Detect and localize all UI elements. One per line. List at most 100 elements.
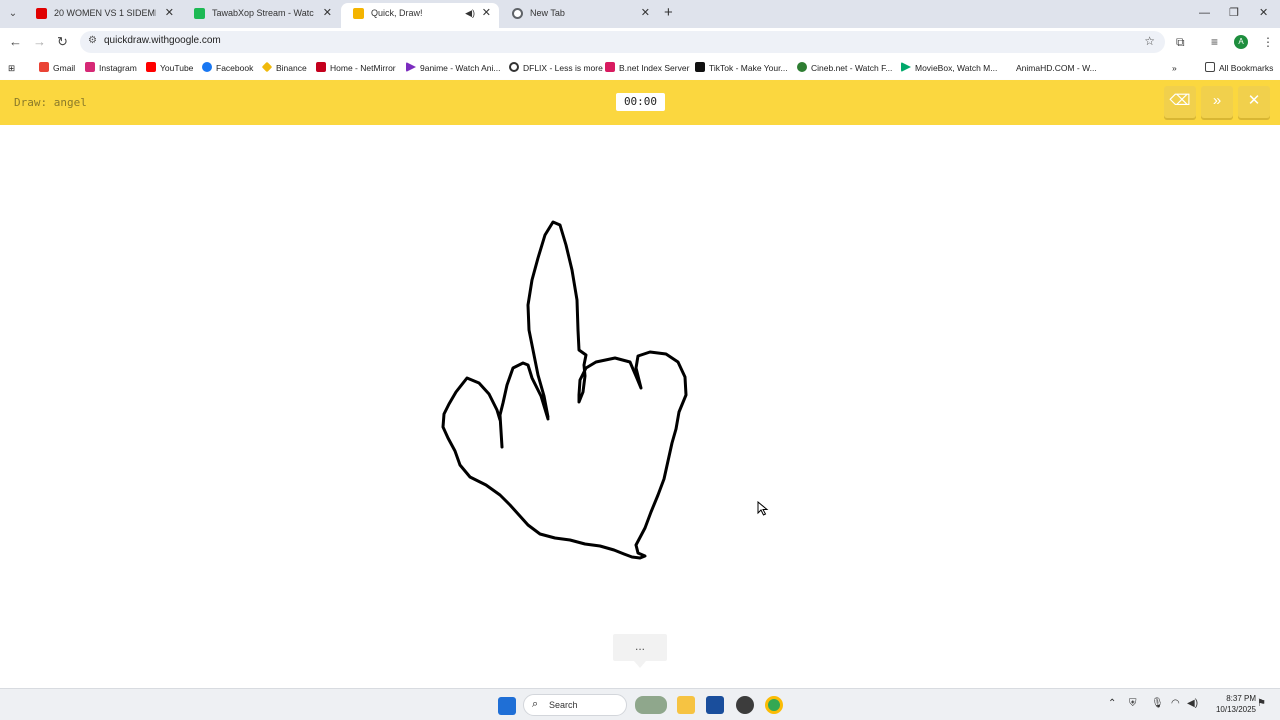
apps-grid-icon[interactable]: ⊞ (8, 61, 15, 75)
facebook-icon (202, 62, 212, 72)
audio-playing-icon[interactable]: ◀) (465, 3, 475, 24)
close-tab-icon[interactable]: ✕ (323, 3, 332, 24)
bookmark-dflix[interactable]: DFLIX - Less is more (509, 61, 603, 75)
search-icon: ⌕ (532, 698, 539, 710)
file-explorer-icon[interactable] (677, 696, 695, 714)
tab-search-chevron-icon[interactable]: ⌄ (4, 6, 22, 22)
drawing-canvas[interactable] (0, 125, 1280, 688)
tab-strip: ⌄ 20 WOMEN VS 1 SIDEMEN: KSI ✕ TawabXop … (0, 0, 1280, 28)
bookmark-label: 9anime - Watch Ani... (420, 63, 501, 73)
reload-icon[interactable]: ↻ (57, 34, 68, 50)
youtube-icon (146, 62, 156, 72)
9anime-icon (406, 62, 416, 72)
tab-title: TawabXop Stream - Watch Live (212, 8, 314, 18)
tab-new-tab[interactable]: New Tab ✕ (500, 3, 658, 28)
kick-icon (194, 8, 205, 19)
eraser-icon: ⌫ (1169, 92, 1191, 109)
sketch-drawing (441, 220, 688, 560)
widgets-icon[interactable] (635, 696, 667, 714)
back-arrow-icon[interactable]: ← (9, 34, 22, 50)
microsoft-store-icon[interactable] (706, 696, 724, 714)
bookmark-label: Home - NetMirror (330, 63, 396, 73)
bookmark-label: Gmail (53, 63, 76, 73)
guess-speech-bubble: ... (613, 634, 667, 668)
close-tab-icon[interactable]: ✕ (165, 3, 174, 24)
notifications-icon[interactable]: ⚑ (1257, 698, 1266, 710)
close-game-button[interactable]: ✕ (1238, 86, 1270, 118)
bookmark-cineb[interactable]: Cineb.net - Watch F... (797, 61, 892, 75)
mouse-cursor-icon (757, 501, 769, 516)
windows-start-icon[interactable] (498, 697, 516, 715)
site-info-icon[interactable]: ⚙ (88, 35, 97, 46)
all-bookmarks-label: All Bookmarks (1219, 63, 1274, 73)
tab-title: Quick, Draw! (371, 8, 423, 18)
chrome-taskbar-icon[interactable] (765, 696, 783, 714)
bookmark-label: Facebook (216, 63, 254, 73)
bookmark-binance[interactable]: Binance (261, 61, 307, 75)
all-bookmarks[interactable]: All Bookmarks (1205, 61, 1273, 75)
new-tab-plus-icon[interactable]: + (664, 5, 673, 21)
clear-eraser-button[interactable]: ⌫ (1164, 86, 1196, 118)
bookmark-moviebox[interactable]: MovieBox, Watch M... (901, 61, 997, 75)
draw-prompt: Draw: angel (14, 96, 87, 109)
media-controls-icon[interactable]: ≡ (1211, 35, 1218, 49)
bookmark-label: MovieBox, Watch M... (915, 63, 998, 73)
bookmark-instagram[interactable]: Instagram (85, 61, 137, 75)
vpn-icon[interactable]: ⛨ (1129, 698, 1137, 710)
folder-icon (1205, 62, 1215, 72)
skip-button[interactable]: » (1201, 86, 1233, 118)
bookmarks-bar: ⊞ Gmail Instagram YouTube Facebook Binan… (0, 56, 1280, 80)
restore-icon[interactable]: ❐ (1229, 5, 1239, 21)
bookmark-tiktok[interactable]: TikTok - Make Your... (695, 61, 788, 75)
bookmark-bnet[interactable]: B.net Index Server (605, 61, 689, 75)
close-tab-icon[interactable]: ✕ (641, 3, 650, 24)
gmail-icon (39, 62, 49, 72)
bookmarks-overflow-icon[interactable]: » (1172, 61, 1177, 75)
tab-youtube[interactable]: 20 WOMEN VS 1 SIDEMEN: KSI ✕ (24, 3, 182, 28)
minimize-icon[interactable]: — (1199, 5, 1210, 21)
bookmark-label: YouTube (160, 63, 194, 73)
clock-time: 8:37 PM (1226, 694, 1256, 703)
close-tab-icon[interactable]: ✕ (482, 3, 491, 24)
bookmark-netmirror[interactable]: Home - NetMirror (316, 61, 396, 75)
quick-draw-icon (353, 8, 364, 19)
microphone-icon[interactable]: 🎙 (1151, 698, 1164, 710)
taskbar-search-label: Search (549, 700, 578, 710)
wifi-icon[interactable]: ◠ (1171, 698, 1180, 710)
url-text[interactable]: quickdraw.withgoogle.com (104, 35, 221, 46)
tab-quick-draw[interactable]: Quick, Draw! ◀) ✕ (341, 3, 499, 28)
address-bar[interactable]: ⚙ quickdraw.withgoogle.com ☆ (80, 31, 1165, 53)
forward-arrow-icon[interactable]: → (33, 34, 46, 50)
window-close-icon[interactable]: ✕ (1259, 5, 1268, 21)
bookmark-animahd[interactable]: AnimaHD.COM - W... (1002, 61, 1097, 75)
timer: 00:00 (616, 93, 665, 111)
bookmark-label: B.net Index Server (619, 63, 690, 73)
bookmark-label: DFLIX - Less is more (523, 63, 603, 73)
system-clock[interactable]: 8:37 PM 10/13/2025 (1204, 693, 1256, 715)
tab-title: New Tab (530, 8, 565, 18)
extensions-icon[interactable]: ⧉ (1176, 35, 1185, 49)
clock-date: 10/13/2025 (1215, 705, 1256, 714)
profile-avatar[interactable]: A (1234, 35, 1248, 49)
bookmark-label: Binance (276, 63, 307, 73)
volume-icon[interactable]: ◀) (1187, 698, 1198, 710)
app-icon[interactable] (736, 696, 754, 714)
tiktok-icon (695, 62, 705, 72)
binance-icon (261, 61, 273, 73)
bookmark-9anime[interactable]: 9anime - Watch Ani... (406, 61, 500, 75)
bookmark-gmail[interactable]: Gmail (39, 61, 75, 75)
browser-toolbar: ← → ↻ ⚙ quickdraw.withgoogle.com ☆ ⧉ ≡ ⋮ (0, 28, 1280, 56)
tray-overflow-icon[interactable]: ⌃ (1108, 698, 1116, 710)
bookmark-label: AnimaHD.COM - W... (1016, 63, 1097, 73)
cineb-icon (797, 62, 807, 72)
bookmark-facebook[interactable]: Facebook (202, 61, 253, 75)
chrome-icon (512, 8, 523, 19)
bnet-icon (605, 62, 615, 72)
tab-tawabxop[interactable]: TawabXop Stream - Watch Live ✕ (182, 3, 340, 28)
bookmark-star-icon[interactable]: ☆ (1144, 34, 1155, 48)
more-menu-icon[interactable]: ⋮ (1262, 35, 1274, 49)
bookmark-youtube[interactable]: YouTube (146, 61, 193, 75)
taskbar-search[interactable]: ⌕ Search (523, 694, 627, 716)
tab-title: 20 WOMEN VS 1 SIDEMEN: KSI (54, 8, 156, 18)
close-icon: ✕ (1247, 92, 1261, 109)
